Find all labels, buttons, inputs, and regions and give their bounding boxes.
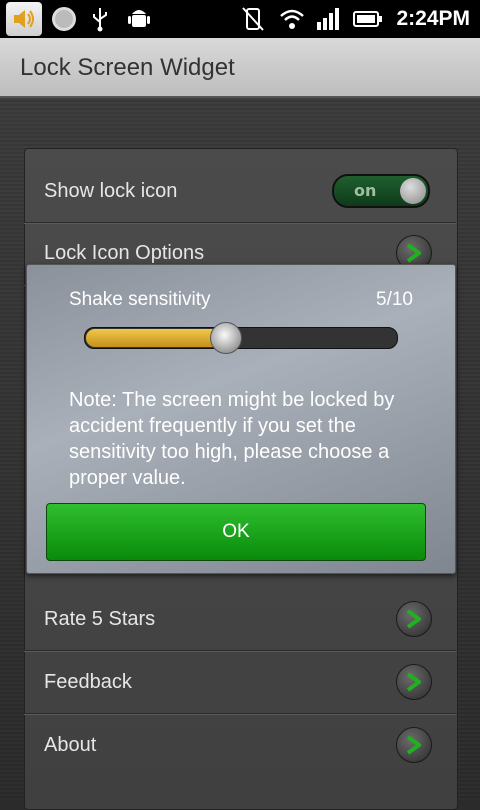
status-bar: 2:24PM bbox=[0, 0, 480, 38]
settings-row-feedback[interactable]: Feedback bbox=[24, 651, 456, 714]
circle-icon bbox=[48, 0, 80, 38]
sensitivity-slider[interactable] bbox=[84, 322, 398, 354]
ok-button[interactable]: OK bbox=[46, 503, 426, 561]
toggle-knob bbox=[400, 178, 426, 204]
usb-icon bbox=[88, 0, 112, 38]
vibrate-off-icon bbox=[238, 0, 268, 38]
slider-thumb[interactable] bbox=[210, 322, 242, 354]
wifi-icon bbox=[278, 0, 306, 38]
status-time: 2:24PM bbox=[396, 7, 470, 30]
chevron-right-icon bbox=[396, 601, 432, 637]
dialog-title: Shake sensitivity bbox=[69, 289, 211, 310]
settings-row-rate-5-stars[interactable]: Rate 5 Stars bbox=[24, 588, 456, 651]
toggle-state-label: on bbox=[354, 181, 377, 200]
shake-sensitivity-dialog: Shake sensitivity 5/10 Note: The screen … bbox=[26, 264, 456, 574]
settings-row-about[interactable]: About bbox=[24, 714, 456, 776]
android-debug-icon bbox=[126, 0, 152, 38]
battery-icon bbox=[352, 0, 384, 38]
settings-row-label: About bbox=[44, 734, 97, 756]
settings-row-show-lock-icon[interactable]: Show lock icon on bbox=[24, 160, 456, 223]
settings-row-label: Rate 5 Stars bbox=[44, 608, 156, 630]
app-title-bar: Lock Screen Widget bbox=[0, 38, 480, 98]
speaker-icon[interactable] bbox=[6, 2, 42, 36]
chevron-right-icon bbox=[396, 664, 432, 700]
chevron-right-icon bbox=[396, 727, 432, 763]
sensitivity-note: Note: The screen might be locked by acci… bbox=[69, 389, 395, 489]
app-title: Lock Screen Widget bbox=[20, 54, 235, 81]
signal-icon bbox=[314, 0, 342, 38]
settings-row-label: Feedback bbox=[44, 671, 132, 693]
sensitivity-value: 5/10 bbox=[376, 289, 413, 310]
slider-fill bbox=[86, 329, 226, 347]
show-lock-icon-toggle[interactable]: on bbox=[332, 174, 430, 208]
settings-row-label: Show lock icon bbox=[44, 180, 178, 202]
